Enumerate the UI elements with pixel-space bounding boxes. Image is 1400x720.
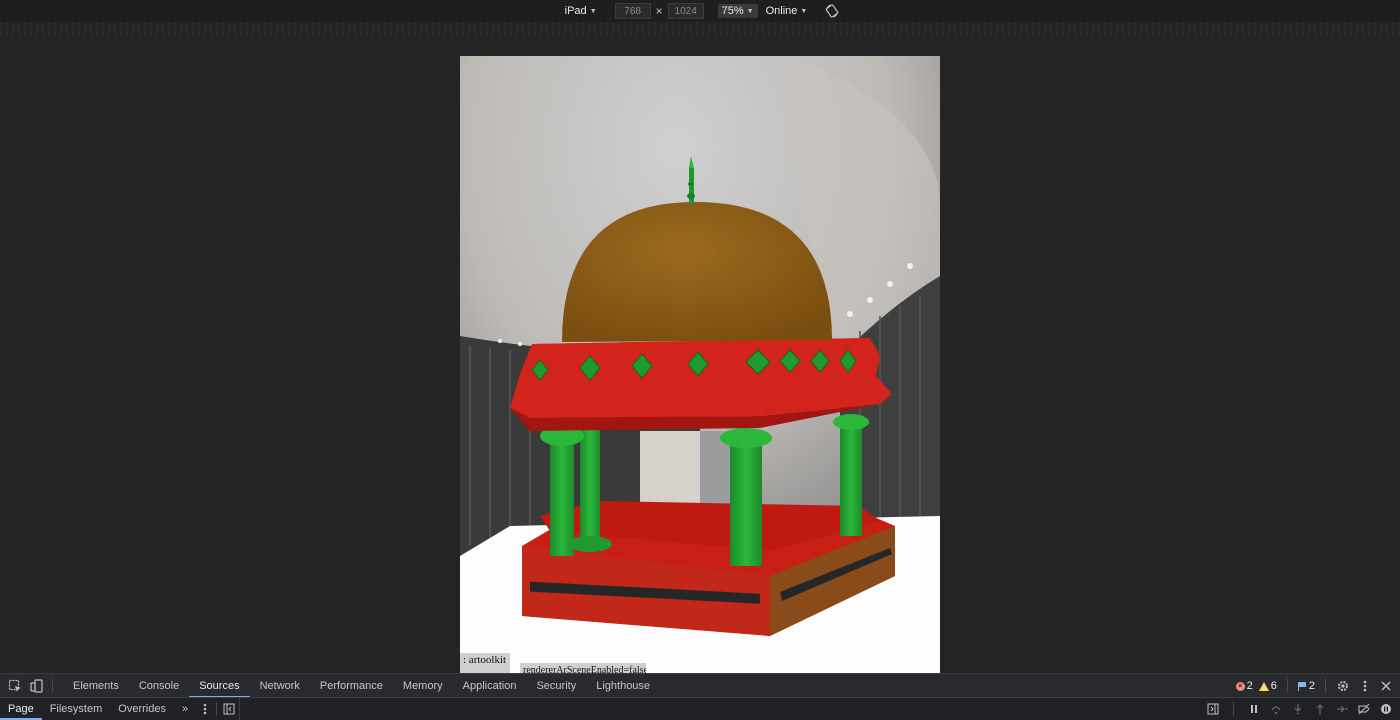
debugger-controls — [1240, 703, 1400, 715]
toolbar-divider — [52, 679, 53, 693]
chevron-down-icon: ▼ — [800, 7, 808, 15]
subtab-filesystem[interactable]: Filesystem — [42, 698, 111, 720]
tab-console[interactable]: Console — [129, 674, 189, 698]
zoom-select[interactable]: 75% ▼ — [717, 4, 758, 18]
device-toggle-icon[interactable] — [30, 679, 44, 693]
tab-network[interactable]: Network — [250, 674, 310, 698]
throttle-select[interactable]: Online ▼ — [762, 5, 812, 17]
step-into-icon[interactable] — [1292, 703, 1304, 715]
sources-navigator-toolbar: Page Filesystem Overrides » — [0, 697, 1400, 720]
more-tabs-button[interactable]: » — [174, 698, 196, 720]
chevron-down-icon: ▼ — [589, 7, 597, 15]
device-toolbar: iPad ▼ × 75% ▼ Online ▼ — [0, 0, 1400, 22]
error-icon: × — [1235, 681, 1245, 691]
toggle-debugger-icon[interactable] — [1207, 703, 1219, 715]
navigator-menu-icon[interactable] — [200, 702, 210, 716]
tab-security[interactable]: Security — [526, 674, 586, 698]
warning-icon — [1258, 681, 1269, 691]
tab-sources[interactable]: Sources — [189, 674, 250, 698]
step-over-icon[interactable] — [1270, 703, 1282, 715]
inspect-element-icon[interactable] — [8, 679, 22, 693]
error-count: 2 — [1246, 680, 1253, 692]
tab-application[interactable]: Application — [453, 674, 527, 698]
device-viewport[interactable]: : artoolkit rendererArSceneEnabled=false — [460, 56, 940, 673]
zoom-value: 75% — [721, 5, 744, 17]
ar-scene-canvas — [460, 56, 940, 673]
toolbar-divider — [1325, 679, 1326, 693]
tab-performance[interactable]: Performance — [310, 674, 393, 698]
pause-icon[interactable] — [1248, 703, 1260, 715]
subtab-overrides[interactable]: Overrides — [110, 698, 174, 720]
warning-count: 6 — [1270, 680, 1277, 692]
pause-on-exceptions-icon[interactable] — [1380, 703, 1392, 715]
step-icon[interactable] — [1336, 703, 1348, 715]
width-input[interactable] — [614, 3, 651, 19]
issues-counter[interactable]: 2 — [1297, 680, 1315, 692]
step-out-icon[interactable] — [1314, 703, 1326, 715]
media-query-ruler — [0, 22, 1400, 36]
settings-gear-icon[interactable] — [1336, 679, 1350, 693]
close-icon[interactable] — [1380, 680, 1392, 692]
issues-flag-icon — [1297, 681, 1307, 691]
toolbar-divider — [216, 702, 218, 716]
issues-count: 2 — [1308, 680, 1315, 692]
tab-lighthouse[interactable]: Lighthouse — [586, 674, 660, 698]
tab-memory[interactable]: Memory — [393, 674, 453, 698]
toggle-navigator-icon[interactable] — [223, 703, 235, 715]
devtools-tab-bar: Elements Console Sources Network Perform… — [0, 673, 1400, 698]
chevron-down-icon: ▼ — [746, 7, 754, 15]
error-warning-counter[interactable]: × 2 6 — [1235, 680, 1277, 692]
subtab-page[interactable]: Page — [0, 698, 42, 720]
device-toolbar-controls: iPad ▼ × 75% ▼ Online ▼ — [561, 3, 840, 19]
rotate-icon[interactable] — [825, 4, 839, 18]
dimension-separator: × — [655, 4, 663, 18]
device-name: iPad — [564, 5, 587, 17]
deactivate-breakpoints-icon[interactable] — [1358, 703, 1370, 715]
height-input[interactable] — [667, 3, 704, 19]
device-select[interactable]: iPad ▼ — [561, 5, 601, 17]
editor-tab-area[interactable] — [239, 698, 1207, 720]
throttle-value: Online — [765, 5, 798, 17]
tab-elements[interactable]: Elements — [63, 674, 129, 698]
status-label-renderer: rendererArSceneEnabled=false — [520, 663, 646, 673]
more-options-icon[interactable] — [1360, 679, 1370, 693]
devtools-right-controls: × 2 6 2 — [1235, 679, 1400, 693]
toolbar-divider — [1286, 679, 1288, 693]
status-label-artoolkit: : artoolkit — [460, 653, 510, 673]
toolbar-divider — [1233, 702, 1234, 716]
